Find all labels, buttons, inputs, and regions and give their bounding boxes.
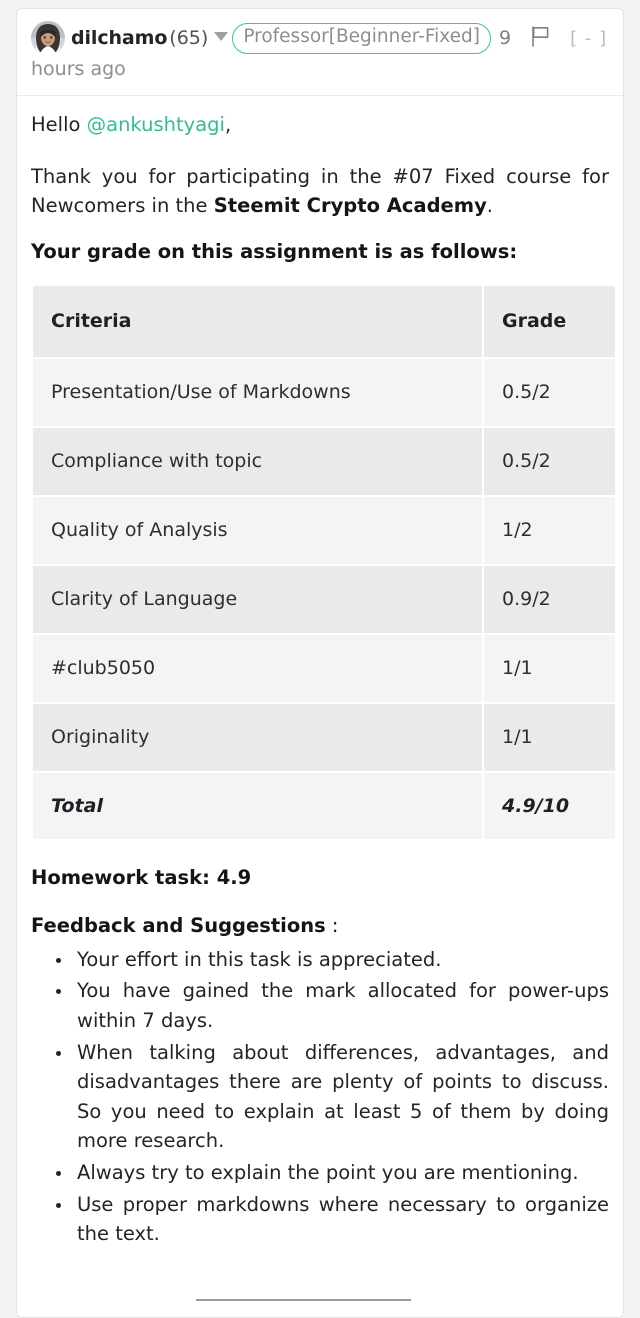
column-header-grade: Grade xyxy=(484,286,615,358)
comment-header-line: dilchamo (65) Professor[Beginner-Fixed] 9 [ … xyxy=(31,21,607,55)
academy-name: Steemit Crypto Academy xyxy=(213,194,487,218)
cell-grade: 1/1 xyxy=(484,703,615,771)
comment-body: Hello @ankushtyagi, Thank you for partic… xyxy=(17,96,623,1249)
table-row: Compliance with topic 0.5/2 xyxy=(33,428,615,495)
feedback-heading-colon: : xyxy=(325,914,339,937)
chevron-down-icon[interactable] xyxy=(214,32,229,41)
feedback-list: Your effort in this task is appreciated.… xyxy=(31,945,609,1249)
page-root: dilchamo (65) Professor[Beginner-Fixed] 9 [ … xyxy=(0,0,640,1318)
table-row: Presentation/Use of Markdowns 0.5/2 xyxy=(33,359,615,427)
intro-text-part2: . xyxy=(486,194,493,218)
flag-icon[interactable] xyxy=(531,26,550,56)
feedback-heading: Feedback and Suggestions : xyxy=(31,911,609,941)
intro-paragraph: Thank you for participating in the #07 F… xyxy=(31,162,609,221)
greeting-prefix: Hello xyxy=(31,112,87,136)
cell-grade: 1/1 xyxy=(484,634,615,702)
greeting-suffix: , xyxy=(224,112,232,136)
comment-timestamp[interactable]: hours ago xyxy=(31,55,609,84)
grade-table-head: Criteria Grade xyxy=(33,286,615,358)
list-item: Use proper markdowns where necessary to … xyxy=(73,1190,609,1249)
feedback-heading-text: Feedback and Suggestions xyxy=(31,914,326,937)
cell-criteria: Originality xyxy=(33,703,482,771)
table-row: Originality 1/1 xyxy=(33,703,615,771)
cell-total-label: Total xyxy=(33,772,482,840)
cell-grade: 1/2 xyxy=(484,497,615,564)
comment-card: dilchamo (65) Professor[Beginner-Fixed] 9 [ … xyxy=(16,8,624,1318)
mention-link[interactable]: @ankushtyagi xyxy=(87,113,225,136)
cell-criteria: Clarity of Language xyxy=(33,565,482,633)
grade-lead-text: Your grade on this assignment is as foll… xyxy=(31,239,518,263)
list-item: Your effort in this task is appreciated. xyxy=(73,945,609,975)
table-row: #club5050 1/1 xyxy=(33,634,615,702)
table-row: Quality of Analysis 1/2 xyxy=(33,497,615,564)
homework-total: Homework task: 4.9 xyxy=(31,866,252,890)
role-tag[interactable]: Professor[Beginner-Fixed] xyxy=(232,23,492,54)
cell-grade: 0.5/2 xyxy=(484,428,615,495)
list-item: When talking about differences, advantag… xyxy=(73,1038,609,1157)
vote-count[interactable]: 9 xyxy=(499,27,511,49)
collapse-toggle[interactable]: [ - ] xyxy=(570,28,607,49)
list-item: You have gained the mark allocated for p… xyxy=(73,976,609,1035)
comment-header: dilchamo (65) Professor[Beginner-Fixed] 9 [ … xyxy=(17,9,623,96)
cell-criteria: Compliance with topic xyxy=(33,428,482,495)
cell-criteria-club-tag[interactable]: #club5050 xyxy=(33,634,482,702)
comment-author[interactable]: dilchamo xyxy=(71,27,167,49)
list-item: Always try to explain the point you are … xyxy=(73,1158,609,1188)
author-reputation: (65) xyxy=(169,27,209,49)
greeting-paragraph: Hello @ankushtyagi, xyxy=(31,110,609,140)
cell-total-value: 4.9/10 xyxy=(484,772,615,840)
table-row: Clarity of Language 0.9/2 xyxy=(33,565,615,633)
column-header-criteria: Criteria xyxy=(33,286,482,358)
cell-criteria: Quality of Analysis xyxy=(33,497,482,564)
grade-table: Criteria Grade Presentation/Use of Markd… xyxy=(31,284,617,841)
grade-table-body: Presentation/Use of Markdowns 0.5/2 Comp… xyxy=(33,359,615,840)
cell-criteria: Presentation/Use of Markdowns xyxy=(33,359,482,427)
cell-grade: 0.5/2 xyxy=(484,359,615,427)
cell-grade: 0.9/2 xyxy=(484,565,615,633)
table-row-total: Total 4.9/10 xyxy=(33,772,615,840)
avatar[interactable] xyxy=(31,21,65,55)
bottom-divider xyxy=(196,1299,411,1301)
table-header-row: Criteria Grade xyxy=(33,286,615,358)
